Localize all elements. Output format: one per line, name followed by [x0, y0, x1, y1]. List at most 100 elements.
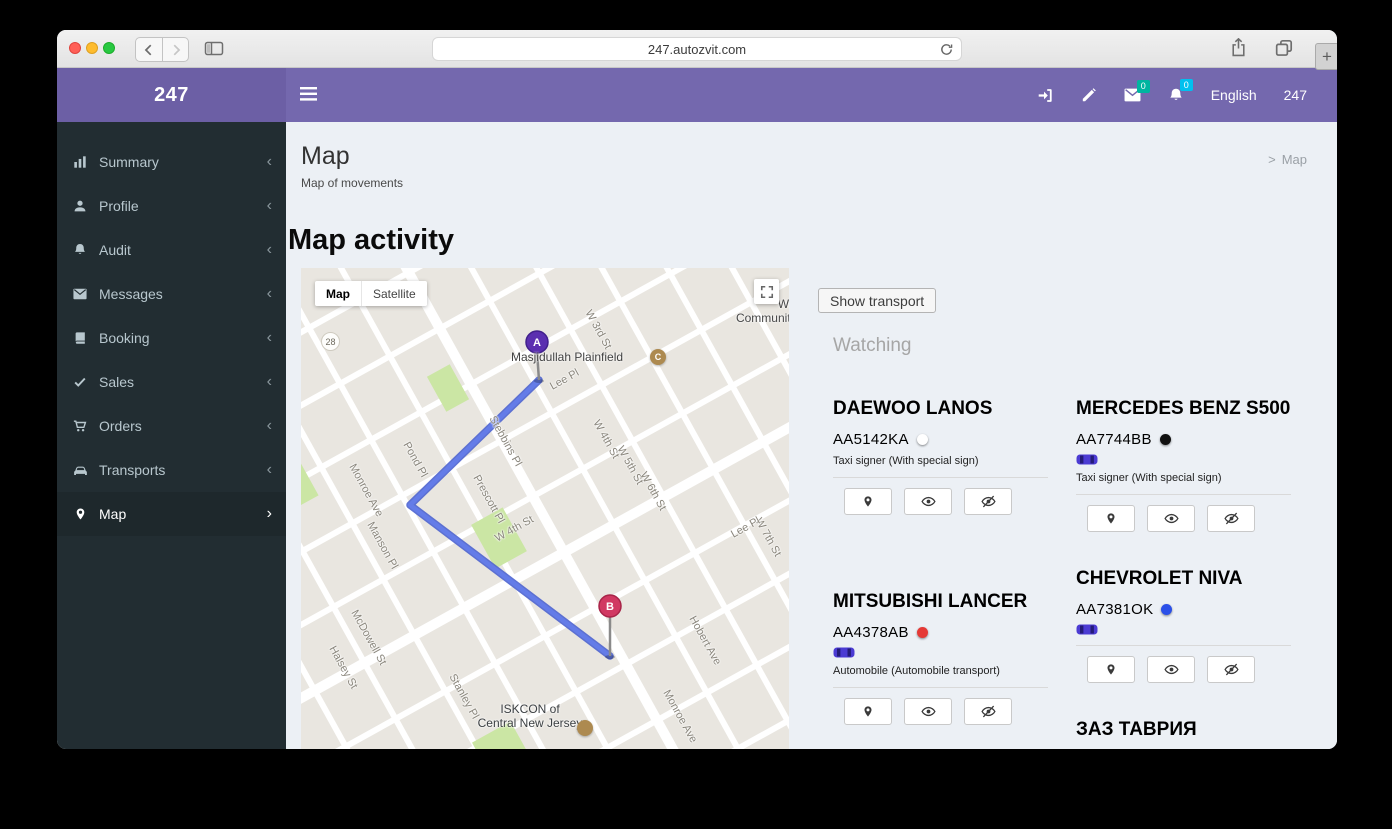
- minimize-window-button[interactable]: [86, 42, 98, 54]
- sign-in-icon: [1038, 88, 1052, 102]
- sign-in-button[interactable]: [1037, 87, 1054, 104]
- status-dot: [1159, 433, 1171, 445]
- vehicle-name: CHEVROLET NIVA: [1076, 567, 1243, 589]
- car-top-icon: [1076, 624, 1098, 635]
- unwatch-button[interactable]: [964, 487, 1012, 515]
- map-type-satellite-button[interactable]: Satellite: [361, 281, 427, 306]
- notifications-button[interactable]: 0: [1168, 78, 1193, 104]
- close-window-button[interactable]: [69, 42, 81, 54]
- status-dot: [916, 626, 928, 638]
- watch-button[interactable]: [904, 487, 952, 515]
- locate-button[interactable]: [844, 697, 892, 725]
- vehicle-plate: AA7381OK: [1076, 600, 1154, 618]
- chevron-left-icon: ‹: [266, 285, 272, 302]
- eye-icon: [1163, 513, 1179, 523]
- chevron-left-icon: ‹: [266, 153, 272, 170]
- back-button[interactable]: [136, 38, 162, 61]
- browser-window: 247.autozvit.com + 247 0 0 English 247 S…: [57, 30, 1337, 749]
- breadcrumb-current: Map: [1281, 152, 1307, 167]
- share-button[interactable]: [1230, 37, 1247, 57]
- sidebar-item-sales[interactable]: Sales ‹: [57, 360, 286, 404]
- locate-button[interactable]: [1087, 655, 1135, 683]
- eye-slash-icon: [1223, 663, 1239, 675]
- vehicle-card-zaz-tavria: ЗАЗ ТАВРИЯ: [1076, 719, 1291, 742]
- poi-iskcon-icon[interactable]: [577, 720, 593, 736]
- tab-overview-button[interactable]: [1275, 38, 1293, 57]
- sidebar-item-profile[interactable]: Profile ‹: [57, 184, 286, 228]
- messages-button[interactable]: 0: [1124, 80, 1150, 102]
- new-tab-button[interactable]: +: [1315, 43, 1337, 70]
- address-bar[interactable]: 247.autozvit.com: [432, 37, 962, 61]
- poi-masjid-label: Masjidullah Plainfield: [511, 350, 624, 364]
- sidebar-item-label: Map: [99, 506, 127, 522]
- map-marker-icon: [864, 496, 872, 507]
- sidebar: Summary ‹ Profile ‹ Audit ‹ Messages ‹ B…: [57, 122, 286, 749]
- zoom-window-button[interactable]: [103, 42, 115, 54]
- unwatch-button[interactable]: [964, 697, 1012, 725]
- watch-button[interactable]: [904, 697, 952, 725]
- breadcrumb: > Map: [1268, 152, 1307, 167]
- chevron-left-icon: ‹: [266, 241, 272, 258]
- vehicle-plate-row: AA7744BB: [1076, 431, 1291, 448]
- unwatch-button[interactable]: [1207, 504, 1255, 532]
- route-shield: 28: [321, 332, 340, 351]
- vehicle-plate-row: AA4378AB: [833, 624, 1048, 641]
- forward-button[interactable]: [162, 38, 188, 61]
- locate-button[interactable]: [1087, 504, 1135, 532]
- map-marker-icon: [864, 705, 872, 717]
- vehicle-plate-row: AA7381OK: [1076, 601, 1291, 618]
- map-canvas[interactable]: A B W 3rd St Lee Pl W 4th St W 5th St W …: [301, 268, 789, 749]
- reload-icon: [941, 44, 953, 55]
- chevron-left-icon: ‹: [266, 329, 272, 346]
- vehicle-name: MERCEDES BENZ S500: [1076, 398, 1291, 419]
- unwatch-button[interactable]: [1207, 655, 1255, 683]
- app-brand[interactable]: 247: [57, 68, 286, 122]
- sidebar-item-audit[interactable]: Audit ‹: [57, 228, 286, 272]
- sidebar-toggle-button[interactable]: [204, 40, 224, 60]
- divider: [1076, 493, 1291, 495]
- vehicle-actions: [833, 487, 1048, 515]
- vehicle-column-right: MERCEDES BENZ S500 AA7744BB Taxi signer …: [1076, 398, 1291, 749]
- sidebar-item-booking[interactable]: Booking ‹: [57, 316, 286, 360]
- vehicle-plate: AA4378AB: [833, 623, 909, 641]
- show-transport-button[interactable]: Show transport: [818, 288, 937, 313]
- map-marker-icon: [71, 507, 89, 521]
- vehicle-actions: [1076, 655, 1291, 683]
- sidebar-item-label: Summary: [99, 154, 159, 170]
- app-navbar: 0 0 English 247: [286, 68, 1337, 122]
- car-icon: [71, 463, 89, 478]
- sidebar-item-orders[interactable]: Orders ‹: [57, 404, 286, 448]
- reload-button[interactable]: [939, 42, 954, 57]
- sidebar-toggle-icon: [204, 41, 224, 56]
- marker-b-label: B: [606, 601, 614, 613]
- sidebar-item-map[interactable]: Map ›: [57, 492, 286, 536]
- share-icon: [1232, 37, 1245, 57]
- sidebar-item-summary[interactable]: Summary ‹: [57, 140, 286, 184]
- sidebar-item-transports[interactable]: Transports ‹: [57, 448, 286, 492]
- account-menu[interactable]: 247: [1284, 87, 1307, 103]
- history-nav: [135, 37, 189, 62]
- divider: [833, 686, 1048, 688]
- vehicle-card-chevrolet-niva: CHEVROLET NIVA AA7381OK: [1076, 568, 1291, 683]
- chevron-left-icon: ‹: [266, 417, 272, 434]
- map-type-map-button[interactable]: Map: [315, 281, 361, 306]
- map-type-control: Map Satellite: [315, 281, 427, 306]
- chevron-left-icon: ‹: [266, 461, 272, 478]
- sidebar-item-label: Messages: [99, 286, 163, 302]
- eye-slash-icon: [980, 705, 996, 717]
- brand-text: 247: [154, 83, 189, 106]
- poi-masjid-icon[interactable]: C: [650, 349, 666, 365]
- edit-button[interactable]: [1081, 87, 1097, 103]
- chevron-right-icon: [173, 44, 180, 55]
- sidebar-item-label: Transports: [99, 462, 166, 478]
- vehicle-actions: [833, 697, 1048, 725]
- vehicle-card-mercedes-s500: MERCEDES BENZ S500 AA7744BB Taxi signer …: [1076, 398, 1291, 532]
- sidebar-item-messages[interactable]: Messages ‹: [57, 272, 286, 316]
- page-subtitle: Map of movements: [301, 176, 404, 190]
- watch-button[interactable]: [1147, 504, 1195, 532]
- map-fullscreen-button[interactable]: [754, 279, 779, 304]
- menu-toggle-button[interactable]: [300, 86, 317, 104]
- language-menu[interactable]: English: [1211, 87, 1257, 103]
- watch-button[interactable]: [1147, 655, 1195, 683]
- locate-button[interactable]: [844, 487, 892, 515]
